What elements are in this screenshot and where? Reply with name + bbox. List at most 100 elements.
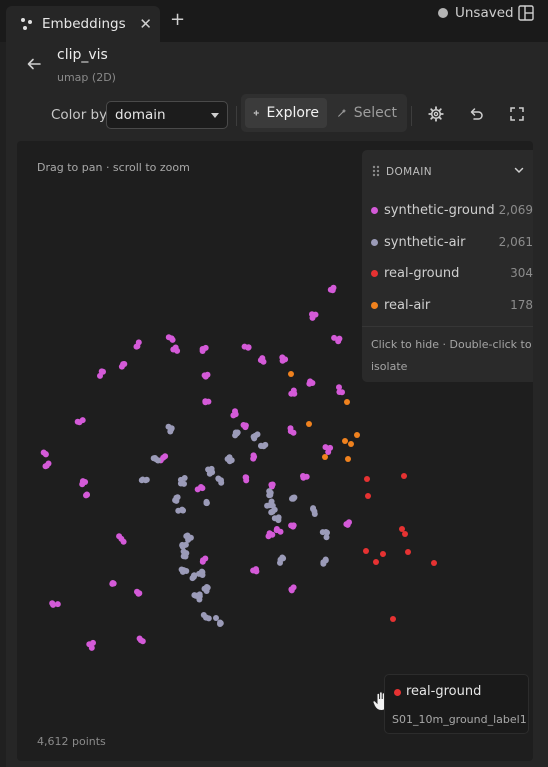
point-synthetic-ground[interactable] [290, 387, 297, 394]
point-synthetic-ground[interactable] [98, 368, 105, 375]
point-synthetic-air[interactable] [205, 466, 212, 473]
point-synthetic-air[interactable] [181, 480, 187, 487]
undo-icon[interactable] [468, 106, 484, 122]
point-synthetic-ground[interactable] [279, 357, 286, 364]
point-synthetic-air[interactable] [203, 588, 210, 594]
point-synthetic-air[interactable] [217, 619, 224, 626]
point-real-ground[interactable] [363, 548, 369, 554]
point-synthetic-ground[interactable] [160, 454, 167, 461]
point-synthetic-ground[interactable] [290, 429, 297, 436]
point-synthetic-air[interactable] [183, 568, 190, 574]
point-synthetic-ground[interactable] [343, 521, 350, 528]
point-synthetic-ground[interactable] [109, 580, 116, 586]
point-real-ground[interactable] [364, 476, 370, 482]
point-real-ground[interactable] [405, 549, 411, 555]
point-real-air[interactable] [306, 421, 312, 427]
point-real-air[interactable] [342, 438, 348, 444]
point-synthetic-air[interactable] [203, 500, 210, 506]
point-synthetic-ground[interactable] [327, 444, 334, 451]
point-synthetic-ground[interactable] [232, 411, 239, 418]
point-synthetic-ground[interactable] [90, 639, 96, 646]
point-synthetic-air[interactable] [275, 515, 282, 522]
point-synthetic-ground[interactable] [120, 361, 127, 368]
point-synthetic-air[interactable] [311, 508, 318, 515]
point-synthetic-ground[interactable] [243, 474, 250, 481]
point-synthetic-ground[interactable] [76, 419, 83, 426]
point-synthetic-ground[interactable] [136, 590, 143, 597]
point-synthetic-air[interactable] [268, 509, 275, 516]
close-icon[interactable]: ✕ [139, 15, 152, 33]
point-synthetic-ground[interactable] [137, 637, 144, 644]
point-synthetic-air[interactable] [167, 428, 174, 435]
point-synthetic-ground[interactable] [120, 538, 127, 545]
point-synthetic-air[interactable] [179, 542, 186, 549]
point-real-ground[interactable] [431, 560, 437, 566]
point-synthetic-ground[interactable] [84, 491, 90, 498]
point-synthetic-ground[interactable] [253, 568, 260, 575]
legend-item[interactable]: synthetic-ground 2,069 [362, 197, 533, 223]
point-synthetic-ground[interactable] [204, 371, 211, 378]
point-synthetic-ground[interactable] [43, 462, 50, 469]
point-synthetic-ground[interactable] [242, 424, 249, 431]
point-synthetic-ground[interactable] [335, 338, 342, 345]
point-synthetic-air[interactable] [233, 430, 240, 437]
point-real-air[interactable] [354, 432, 360, 438]
legend-item[interactable]: real-air 178 [362, 292, 533, 318]
point-real-air[interactable] [344, 399, 350, 405]
point-synthetic-air[interactable] [173, 494, 180, 501]
point-synthetic-ground[interactable] [165, 334, 172, 341]
point-synthetic-ground[interactable] [199, 485, 206, 492]
point-synthetic-ground[interactable] [88, 644, 95, 651]
point-synthetic-air[interactable] [213, 615, 219, 621]
point-synthetic-ground[interactable] [327, 286, 334, 293]
point-synthetic-ground[interactable] [245, 344, 252, 351]
fullscreen-icon[interactable] [509, 106, 525, 122]
point-synthetic-ground[interactable] [336, 384, 342, 391]
point-synthetic-air[interactable] [290, 494, 297, 501]
point-synthetic-air[interactable] [205, 615, 212, 622]
point-synthetic-ground[interactable] [250, 455, 257, 462]
point-synthetic-air[interactable] [260, 443, 267, 450]
point-synthetic-ground[interactable] [116, 533, 123, 540]
point-synthetic-ground[interactable] [290, 584, 297, 591]
point-synthetic-ground[interactable] [42, 451, 49, 457]
embedding-canvas[interactable]: Drag to pan · scroll to zoom 4,612 point… [17, 141, 533, 761]
point-synthetic-air[interactable] [277, 559, 283, 566]
point-synthetic-air[interactable] [155, 457, 161, 464]
point-synthetic-air[interactable] [322, 529, 329, 535]
point-synthetic-air[interactable] [175, 507, 182, 514]
chevron-down-icon[interactable] [512, 163, 526, 177]
point-synthetic-ground[interactable] [277, 528, 284, 535]
tab-embeddings[interactable]: Embeddings ✕ [6, 6, 160, 42]
point-real-air[interactable] [322, 454, 328, 460]
add-tab-button[interactable]: + [170, 9, 185, 30]
point-real-air[interactable] [288, 371, 294, 377]
point-synthetic-air[interactable] [189, 575, 196, 582]
point-synthetic-ground[interactable] [257, 357, 264, 364]
point-synthetic-air[interactable] [323, 534, 330, 541]
point-synthetic-air[interactable] [322, 557, 329, 564]
point-synthetic-air[interactable] [183, 550, 190, 557]
point-synthetic-ground[interactable] [199, 348, 206, 354]
point-synthetic-ground[interactable] [79, 478, 86, 485]
legend-item[interactable]: real-ground 304 [362, 260, 533, 286]
point-synthetic-air[interactable] [252, 432, 259, 439]
point-synthetic-ground[interactable] [290, 523, 296, 530]
point-synthetic-air[interactable] [192, 592, 199, 599]
panel-layout-icon[interactable] [518, 5, 534, 21]
point-real-ground[interactable] [380, 551, 386, 557]
point-synthetic-air[interactable] [228, 457, 235, 464]
point-synthetic-ground[interactable] [135, 339, 142, 346]
point-synthetic-ground[interactable] [265, 533, 272, 540]
point-real-ground[interactable] [399, 526, 405, 532]
point-real-ground[interactable] [401, 473, 407, 479]
select-button[interactable]: Select [329, 98, 405, 128]
point-real-air[interactable] [348, 441, 354, 447]
point-real-ground[interactable] [402, 531, 408, 537]
point-real-ground[interactable] [365, 493, 371, 499]
point-synthetic-ground[interactable] [174, 347, 181, 354]
point-real-air[interactable] [345, 456, 351, 462]
point-synthetic-air[interactable] [196, 570, 202, 577]
point-synthetic-ground[interactable] [200, 557, 206, 564]
color-by-select[interactable]: domain [106, 101, 228, 129]
